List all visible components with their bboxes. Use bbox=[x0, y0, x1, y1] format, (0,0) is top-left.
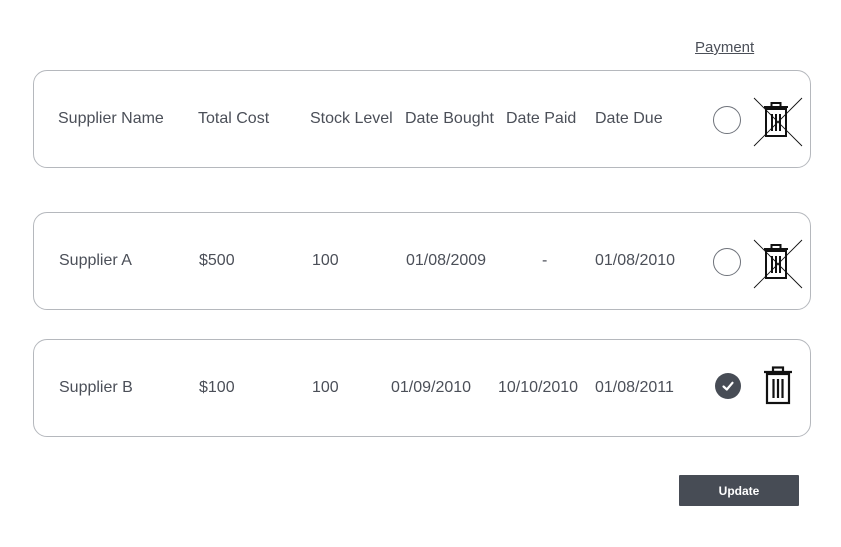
supplier-name-cell: Supplier B bbox=[59, 379, 133, 396]
column-header-stock-level: Stock Level bbox=[310, 110, 393, 127]
date-bought-cell: 01/08/2009 bbox=[406, 252, 487, 269]
column-header-date-paid: Date Paid bbox=[506, 110, 577, 127]
trash-icon[interactable] bbox=[752, 360, 808, 414]
table-header-row: Supplier Name Total Cost Stock Level Dat… bbox=[33, 70, 811, 168]
column-header-supplier-name: Supplier Name bbox=[58, 110, 164, 127]
column-header-total-cost: Total Cost bbox=[198, 110, 270, 127]
payment-header-link[interactable]: Payment bbox=[695, 39, 754, 56]
total-cost-cell: $100 bbox=[199, 379, 235, 396]
update-button[interactable]: Update bbox=[679, 475, 799, 506]
stock-level-cell: 100 bbox=[312, 379, 339, 396]
check-icon bbox=[722, 381, 734, 391]
table-row: Supplier A $500 100 01/08/2009 - 01/08/2… bbox=[33, 212, 811, 310]
table-row: Supplier B $100 100 01/09/2010 10/10/201… bbox=[33, 339, 811, 437]
stock-level-cell: 100 bbox=[312, 252, 339, 269]
date-due-cell: 01/08/2010 bbox=[595, 252, 676, 269]
date-paid-cell: - bbox=[542, 252, 548, 269]
supplier-name-cell: Supplier A bbox=[59, 252, 132, 269]
total-cost-cell: $500 bbox=[199, 252, 235, 269]
payment-radio[interactable] bbox=[713, 248, 741, 276]
payment-radio-checked[interactable] bbox=[715, 373, 741, 399]
date-paid-cell: 10/10/2010 bbox=[498, 379, 579, 396]
select-all-payment-radio[interactable] bbox=[713, 106, 741, 134]
column-header-date-due: Date Due bbox=[595, 110, 663, 127]
trash-crossed-icon[interactable] bbox=[750, 95, 806, 149]
date-due-cell: 01/08/2011 bbox=[595, 379, 674, 396]
column-header-date-bought: Date Bought bbox=[405, 110, 494, 127]
trash-crossed-icon[interactable] bbox=[750, 237, 806, 291]
date-bought-cell: 01/09/2010 bbox=[391, 379, 472, 396]
